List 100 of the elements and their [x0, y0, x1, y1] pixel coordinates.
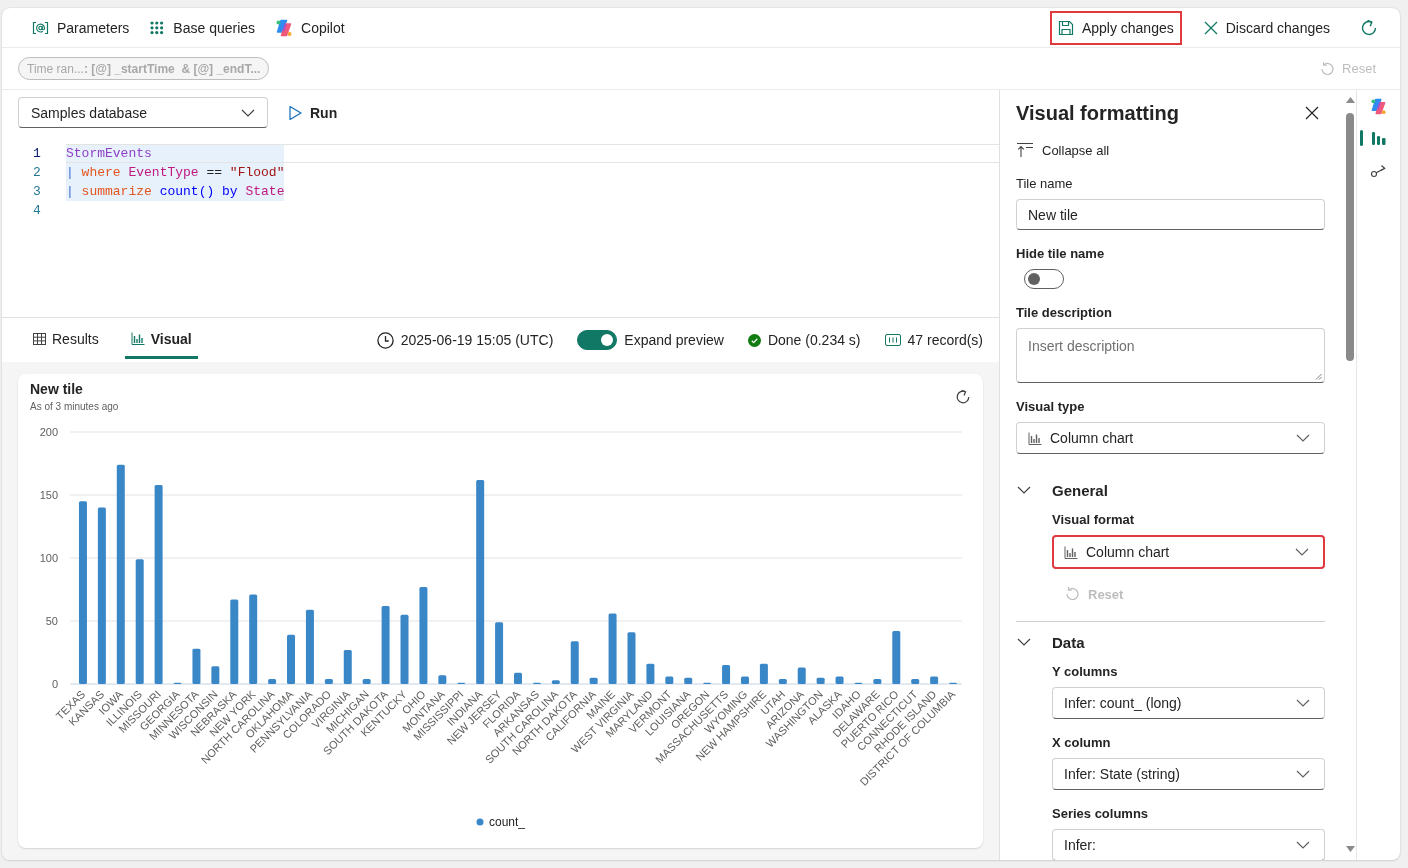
toggle-switch[interactable] — [577, 330, 618, 350]
clock-icon — [376, 331, 394, 349]
y-axis-label: 50 — [45, 615, 58, 627]
chart-bar — [438, 675, 447, 684]
chart-bar — [495, 622, 504, 684]
run-button[interactable]: Run — [284, 100, 342, 125]
tile-subtitle: As of 3 minutes ago — [30, 401, 119, 412]
chart-bar — [722, 665, 731, 684]
column-chart-icon — [1370, 130, 1387, 146]
chart-bar — [741, 676, 749, 684]
x-mark-icon — [1203, 20, 1218, 35]
field-label: Visual type — [1016, 398, 1086, 416]
column-chart-icon — [1028, 431, 1042, 445]
line-number: 1 — [32, 145, 42, 163]
tab[interactable]: Visual — [124, 318, 198, 359]
panel-title: Visual formatting — [1016, 101, 1179, 125]
scrollbar-thumb[interactable] — [1346, 113, 1354, 361]
chart-bar — [665, 676, 674, 684]
chevron-down-icon — [1296, 434, 1310, 442]
chart-bar — [287, 634, 295, 684]
check-circle-icon — [747, 333, 761, 347]
colorful-logo-icon — [1370, 97, 1387, 115]
dropdown[interactable]: Infer: — [1052, 829, 1325, 860]
chart-bar — [873, 678, 882, 684]
chart-bar — [514, 672, 522, 684]
chevron-down-icon — [1295, 548, 1309, 556]
chart-bar — [911, 678, 920, 684]
apply-changes-button[interactable]: Apply changes — [1049, 10, 1182, 45]
section-header[interactable]: General — [1016, 480, 1108, 500]
legend-label[interactable]: count_ — [489, 815, 526, 829]
y-axis-label: 100 — [39, 552, 58, 564]
chevron-down-icon — [1296, 770, 1310, 778]
field-label: Tile description — [1016, 304, 1113, 322]
text-input-field[interactable]: New tile — [1016, 199, 1325, 230]
chart-bar — [816, 677, 825, 684]
chevron-down-icon — [1017, 638, 1031, 646]
column-chart-icon — [1064, 545, 1078, 559]
y-axis-label: 0 — [51, 678, 58, 690]
tile-refresh-button[interactable] — [955, 389, 971, 405]
chart-bar — [930, 676, 939, 684]
chart-bar — [192, 648, 201, 684]
chart-bar — [268, 678, 277, 684]
collapse-all-button[interactable]: Collapse all — [1016, 140, 1110, 160]
chart-bar — [608, 613, 617, 684]
discard-changes-button[interactable]: Discard changes — [1195, 10, 1338, 45]
line-number: 3 — [32, 183, 42, 201]
field-label: Series columns — [1052, 805, 1150, 823]
field-label: Y columns — [1052, 663, 1119, 681]
field-label: X column — [1052, 734, 1112, 752]
description-field[interactable]: Insert description — [1016, 328, 1325, 383]
chart-bar — [892, 631, 901, 684]
connector-arrow-icon — [1369, 162, 1388, 178]
y-axis-label: 200 — [39, 426, 58, 438]
timestamp: 2025-06-19 15:05 (UTC) — [400, 332, 554, 348]
column-chart-icon — [130, 332, 145, 345]
tab[interactable]: Results — [27, 318, 105, 359]
chart-bar — [362, 678, 371, 684]
parameters-button[interactable]: Parameters — [24, 10, 138, 45]
table-icon — [33, 332, 46, 345]
save-icon — [1057, 19, 1074, 36]
chart-bar — [324, 678, 333, 684]
colorful-logo-icon — [275, 18, 294, 37]
chart-bar — [570, 641, 579, 684]
chart-bar — [589, 677, 598, 684]
copilot-button[interactable]: Copilot — [267, 10, 353, 45]
refresh-icon — [1360, 18, 1378, 37]
undo-arrow-icon — [1064, 586, 1080, 602]
dot-grid-icon — [149, 19, 166, 36]
chart-bar — [835, 676, 844, 684]
dropdown[interactable]: Infer: State (string) — [1052, 758, 1325, 790]
dropdown[interactable]: Column chart — [1052, 535, 1325, 569]
record-count: 47 record(s) — [907, 332, 983, 348]
chart-bar — [343, 650, 352, 684]
toggle-switch[interactable] — [1024, 269, 1064, 289]
field-label: Visual format — [1052, 511, 1136, 529]
chart-bar — [211, 666, 220, 684]
refresh-icon — [955, 389, 971, 405]
tile-title: New tile — [30, 381, 84, 398]
dropdown[interactable]: Infer: count_ (long) — [1052, 687, 1325, 719]
scroll-down-arrow-icon — [1345, 846, 1355, 852]
undo-arrow-icon — [1319, 60, 1336, 77]
close-icon — [1305, 106, 1319, 120]
chevron-down-icon — [1296, 841, 1310, 849]
database-dropdown[interactable]: Samples database — [18, 97, 268, 128]
chevron-down-icon — [1296, 699, 1310, 707]
field-label: Tile name — [1016, 175, 1074, 193]
resize-grip-icon — [1315, 373, 1322, 380]
number-badge-icon — [884, 334, 901, 346]
chart-bar — [778, 678, 787, 684]
bracket-at-icon — [32, 20, 49, 35]
chevron-down-icon — [1017, 486, 1031, 494]
play-icon — [288, 104, 302, 121]
status-text: Done (0.234 s) — [767, 332, 861, 348]
dropdown[interactable]: Column chart — [1016, 422, 1325, 454]
chart-bar — [759, 663, 768, 684]
line-number: 2 — [32, 164, 42, 182]
chart-bar — [551, 680, 560, 684]
base-queries-button[interactable]: Base queries — [141, 10, 264, 45]
chart-bar — [684, 677, 693, 684]
section-header[interactable]: Data — [1016, 632, 1085, 652]
